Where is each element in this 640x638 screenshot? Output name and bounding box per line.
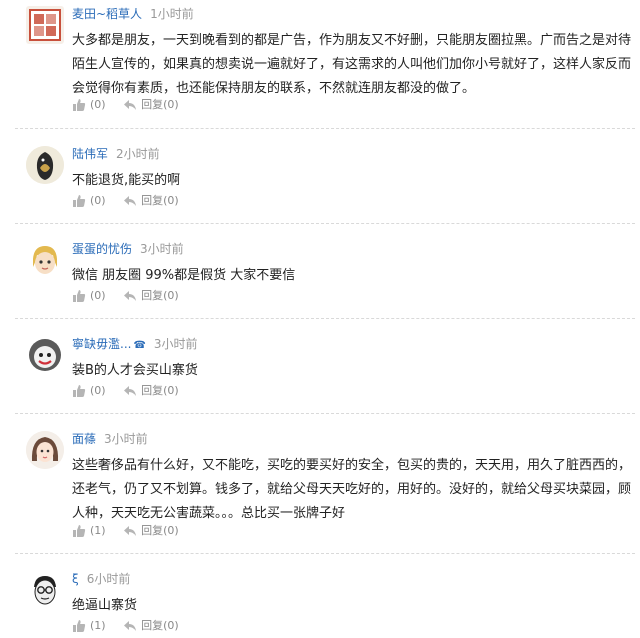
bird-avatar-icon[interactable]	[26, 146, 64, 184]
like-button[interactable]: (0)	[72, 97, 106, 113]
thumbs-up-icon	[73, 525, 86, 537]
stamp-avatar-icon[interactable]	[26, 6, 64, 44]
thumbs-up-icon	[73, 620, 86, 632]
comment-actions: (1) 回复 (0)	[72, 523, 193, 543]
reply-arrow-icon	[124, 526, 137, 536]
like-button[interactable]: (0)	[72, 383, 106, 399]
like-button[interactable]: (1)	[72, 618, 106, 634]
username-link[interactable]: 蛋蛋的忧伤	[72, 242, 132, 256]
reply-arrow-icon	[124, 100, 137, 110]
like-button[interactable]: (0)	[72, 193, 106, 209]
reply-arrow-icon	[124, 621, 137, 631]
comment-text: 大多都是朋友，一天到晚看到的都是广告，作为朋友又不好删，只能朋友圈拉黑。广而告之…	[72, 33, 632, 96]
thumbs-up-icon	[73, 195, 86, 207]
like-count: (0)	[90, 194, 106, 207]
username-link[interactable]: ξ	[72, 572, 79, 586]
comment-meta: 面蓧 3小时前	[72, 431, 148, 447]
reply-count: (0)	[163, 289, 179, 302]
comment-list: 麦田~稻草人 1小时前 大多都是朋友，一天到晚看到的都是广告，作为朋友又不好删，只…	[0, 0, 640, 638]
reply-button[interactable]: 回复 (0)	[123, 288, 179, 304]
reply-label: 回复	[141, 619, 164, 632]
reply-label: 回复	[141, 384, 164, 397]
comment-actions: (0) 回复 (0)	[72, 383, 193, 403]
reply-button[interactable]: 回复 (0)	[123, 97, 179, 113]
comment-text: 装B的人才会买山寨货	[72, 363, 198, 378]
username-link[interactable]: 陆伟军	[72, 147, 108, 161]
reply-arrow-icon	[124, 291, 137, 301]
comment-actions: (0) 回复 (0)	[72, 193, 193, 213]
comment-text: 这些奢侈品有什么好，又不能吃，买吃的要买好的安全，包买的贵的，天天用，用久了脏西…	[72, 458, 632, 521]
comment-actions: (0) 回复 (0)	[72, 288, 193, 308]
doll-avatar-icon[interactable]	[26, 241, 64, 279]
like-count: (0)	[90, 384, 106, 397]
timestamp: 3小时前	[104, 432, 148, 446]
reply-button[interactable]: 回复 (0)	[123, 523, 179, 539]
like-count: (0)	[90, 289, 106, 302]
separator	[15, 223, 635, 224]
timestamp: 3小时前	[140, 242, 184, 256]
like-count: (1)	[90, 524, 106, 537]
thumbs-up-icon	[73, 290, 86, 302]
timestamp: 3小时前	[153, 337, 198, 351]
thumbs-up-icon	[73, 99, 86, 111]
comment-text: 绝逼山寨货	[72, 598, 138, 613]
comment-meta: 蛋蛋的忧伤 3小时前	[72, 241, 184, 257]
like-count: (1)	[90, 619, 106, 632]
reply-arrow-icon	[124, 196, 137, 206]
reply-label: 回复	[141, 194, 164, 207]
reply-arrow-icon	[124, 386, 137, 396]
thumbs-up-icon	[73, 385, 86, 397]
comment-text: 不能退货,能买的啊	[72, 173, 181, 188]
timestamp: 6小时前	[86, 572, 131, 586]
username-link[interactable]: 面蓧	[72, 432, 96, 446]
comment-text: 微信 朋友圈 99%都是假货 大家不要信	[72, 268, 296, 283]
like-count: (0)	[90, 98, 106, 111]
comment-actions: (1) 回复 (0)	[72, 618, 193, 638]
username-link[interactable]: 寧缺毋濫...	[72, 337, 131, 351]
separator	[15, 318, 635, 319]
like-button[interactable]: (1)	[72, 523, 106, 539]
username-link[interactable]: 麦田~稻草人	[72, 7, 142, 21]
comment-meta: 陆伟军 2小时前	[72, 146, 160, 162]
timestamp: 1小时前	[150, 7, 194, 21]
comment-meta: 麦田~稻草人 1小时前	[72, 6, 194, 22]
like-button[interactable]: (0)	[72, 288, 106, 304]
separator	[15, 553, 635, 554]
reply-button[interactable]: 回复 (0)	[123, 193, 179, 209]
reply-label: 回复	[141, 289, 164, 302]
comment-meta: ξ 6小时前	[72, 571, 130, 587]
reply-count: (0)	[163, 98, 179, 111]
timestamp: 2小时前	[116, 147, 160, 161]
reply-label: 回复	[141, 524, 164, 537]
separator	[15, 128, 635, 129]
comment-meta: 寧缺毋濫... ☎ 3小时前	[72, 336, 198, 354]
reply-count: (0)	[163, 194, 179, 207]
glasses-face-avatar-icon[interactable]	[26, 571, 64, 609]
separator	[15, 413, 635, 414]
reply-label: 回复	[141, 98, 164, 111]
reply-button[interactable]: 回复 (0)	[123, 383, 179, 399]
girl-avatar-icon[interactable]	[26, 431, 64, 469]
comment-actions: (0) 回复 (0)	[72, 97, 193, 117]
phone-icon: ☎	[133, 340, 146, 351]
reply-count: (0)	[163, 384, 179, 397]
reply-count: (0)	[163, 524, 179, 537]
reply-count: (0)	[163, 619, 179, 632]
cartoon-face-avatar-icon[interactable]	[26, 336, 64, 374]
reply-button[interactable]: 回复 (0)	[123, 618, 179, 634]
